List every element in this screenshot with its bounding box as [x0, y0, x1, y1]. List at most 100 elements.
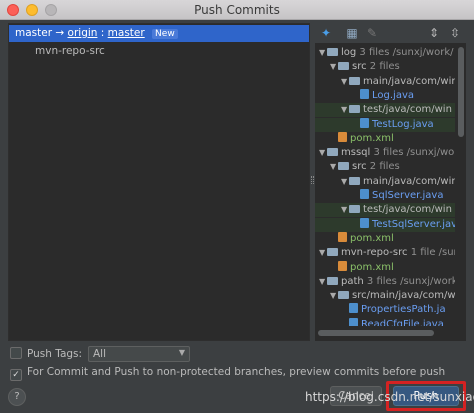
remote-name[interactable]: origin: [68, 27, 98, 39]
tree-row[interactable]: ▼ main/java/com/wir: [315, 75, 455, 89]
tree-row[interactable]: TestLog.java: [315, 117, 455, 132]
chevron-down-icon[interactable]: ▼: [330, 289, 338, 303]
folder-icon: [327, 248, 338, 257]
java-file-icon: [360, 217, 369, 228]
preview-checkbox[interactable]: ✓: [10, 369, 22, 381]
java-file-icon: [360, 88, 369, 99]
java-file-icon: [349, 317, 358, 326]
tree-item-label: pom.xml: [350, 261, 394, 273]
java-file-icon: [349, 303, 358, 314]
watermark: https://blog.csdn.net/sunxiaoju: [305, 390, 474, 404]
tree-item-label: test/java/com/win: [363, 204, 452, 216]
chevron-down-icon[interactable]: ▼: [341, 175, 349, 189]
tree-item-label: main/java/com/wir: [363, 75, 455, 87]
chevron-down-icon[interactable]: ▼: [341, 203, 349, 217]
local-branch: master: [15, 27, 53, 39]
tree-item-label: TestSqlServer.java: [372, 218, 455, 230]
tree-row[interactable]: ▼ main/java/com/wir: [315, 175, 455, 189]
tree-item-label: src: [352, 161, 367, 173]
folder-icon: [349, 176, 360, 185]
tree-row[interactable]: pom.xml: [315, 231, 455, 246]
tree-row[interactable]: ▼ src 2 files: [315, 60, 455, 74]
tree-item-label: PropertiesPath.ja: [361, 304, 446, 316]
preview-label: For Commit and Push to non-protected bra…: [27, 366, 446, 378]
pin-icon[interactable]: ✦: [319, 26, 333, 40]
tree-item-label: src/main/java/com/wi: [352, 290, 455, 302]
chevron-down-icon[interactable]: ▼: [341, 75, 349, 89]
tree-row[interactable]: ▼ mssql 3 files /sunxj/wor: [315, 146, 455, 160]
branch-row[interactable]: master → origin : master New: [9, 25, 309, 42]
push-tags-label: Push Tags:: [27, 348, 83, 360]
title-bar: Push Commits: [0, 0, 474, 20]
expand-all-icon[interactable]: ⇕: [427, 26, 441, 40]
splitter-grip-icon[interactable]: [311, 176, 314, 184]
vertical-scroll-thumb[interactable]: [458, 47, 464, 137]
xml-file-icon: [338, 131, 347, 142]
tree-row[interactable]: pom.xml: [315, 260, 455, 275]
tree-row[interactable]: ReadCfgFile.java: [315, 317, 455, 326]
xml-file-icon: [338, 260, 347, 271]
expand-icon[interactable]: ▦: [345, 26, 359, 40]
java-file-icon: [360, 189, 369, 199]
help-button[interactable]: ?: [8, 388, 26, 406]
chevron-down-icon[interactable]: ▼: [319, 46, 327, 60]
tree-row[interactable]: ▼ mvn-repo-src 1 file /sunxj/w: [315, 246, 455, 260]
chevron-down-icon[interactable]: ▼: [330, 60, 338, 74]
push-tags-checkbox[interactable]: [10, 347, 22, 359]
folder-icon: [349, 76, 360, 85]
edit-icon[interactable]: ✎: [365, 26, 379, 40]
folder-icon: [338, 291, 349, 300]
module-row[interactable]: mvn-repo-src: [35, 45, 105, 57]
preview-row: ✓ For Commit and Push to non-protected br…: [10, 366, 445, 381]
window-title: Push Commits: [194, 3, 280, 17]
tree-item-meta: 3 files /sunxj/work/: [356, 47, 454, 58]
tree-row[interactable]: ▼ test/java/com/win: [315, 203, 455, 218]
tree-item-meta: 2 files: [366, 61, 400, 73]
tree-row[interactable]: ▼ src/main/java/com/wi: [315, 289, 455, 303]
folder-icon: [349, 205, 360, 214]
tree-item-label: ReadCfgFile.java: [361, 318, 444, 326]
tree-item-label: src: [352, 61, 367, 73]
chevron-down-icon[interactable]: ▼: [319, 275, 327, 289]
java-file-icon: [360, 117, 369, 128]
push-tags-row: Push Tags:: [10, 347, 82, 360]
tree-item-label: log: [341, 47, 357, 58]
push-tags-select[interactable]: All ▼: [88, 346, 190, 362]
tree-item-meta: 3 files /sunxj/work: [363, 275, 455, 287]
collapse-all-icon[interactable]: ⇳: [448, 26, 462, 40]
folder-icon: [338, 62, 349, 71]
arrow-icon: →: [55, 27, 65, 39]
chevron-down-icon[interactable]: ▼: [330, 160, 338, 174]
tree-item-label: TestLog.java: [372, 118, 434, 130]
horizontal-scroll-thumb[interactable]: [318, 330, 434, 336]
changes-tree: ▼ log 3 files /sunxj/work/▼ src 2 files ▼ ma…: [315, 43, 455, 326]
tree-row[interactable]: Log.java: [315, 88, 455, 103]
chevron-down-icon[interactable]: ▼: [341, 103, 349, 117]
folder-icon: [327, 148, 338, 157]
tree-row[interactable]: PropertiesPath.ja: [315, 303, 455, 317]
tree-row[interactable]: ▼ test/java/com/win: [315, 103, 455, 118]
folder-icon: [349, 105, 360, 114]
tree-item-label: SqlServer.java: [372, 190, 444, 201]
folder-icon: [338, 162, 349, 171]
commits-panel: master → origin : master New mvn-repo-sr…: [8, 23, 310, 341]
tree-row[interactable]: pom.xml: [315, 131, 455, 146]
remote-branch[interactable]: master: [108, 27, 145, 39]
tree-row[interactable]: TestSqlServer.java: [315, 217, 455, 232]
tree-item-label: pom.xml: [350, 232, 394, 244]
xml-file-icon: [338, 231, 347, 242]
tree-item-meta: 1 file /sunxj/w: [410, 247, 455, 259]
new-badge: New: [152, 29, 178, 39]
tree-item-label: main/java/com/wir: [363, 175, 455, 187]
tree-row[interactable]: SqlServer.java: [315, 189, 455, 203]
chevron-down-icon[interactable]: ▼: [319, 246, 327, 260]
tree-item-meta: 3 files /sunxj/wor: [370, 147, 455, 159]
tree-row[interactable]: ▼ src 2 files: [315, 160, 455, 174]
chevron-down-icon[interactable]: ▼: [319, 146, 327, 160]
folder-icon: [327, 276, 338, 285]
tree-row[interactable]: ▼ path 3 files /sunxj/work: [315, 275, 455, 289]
tree-row[interactable]: ▼ log 3 files /sunxj/work/: [315, 46, 455, 60]
branch-separator: :: [100, 27, 105, 39]
tree-item-label: pom.xml: [350, 132, 394, 144]
changes-toolbar: ✦ ▦ ✎ ⇕ ⇳: [315, 23, 466, 43]
